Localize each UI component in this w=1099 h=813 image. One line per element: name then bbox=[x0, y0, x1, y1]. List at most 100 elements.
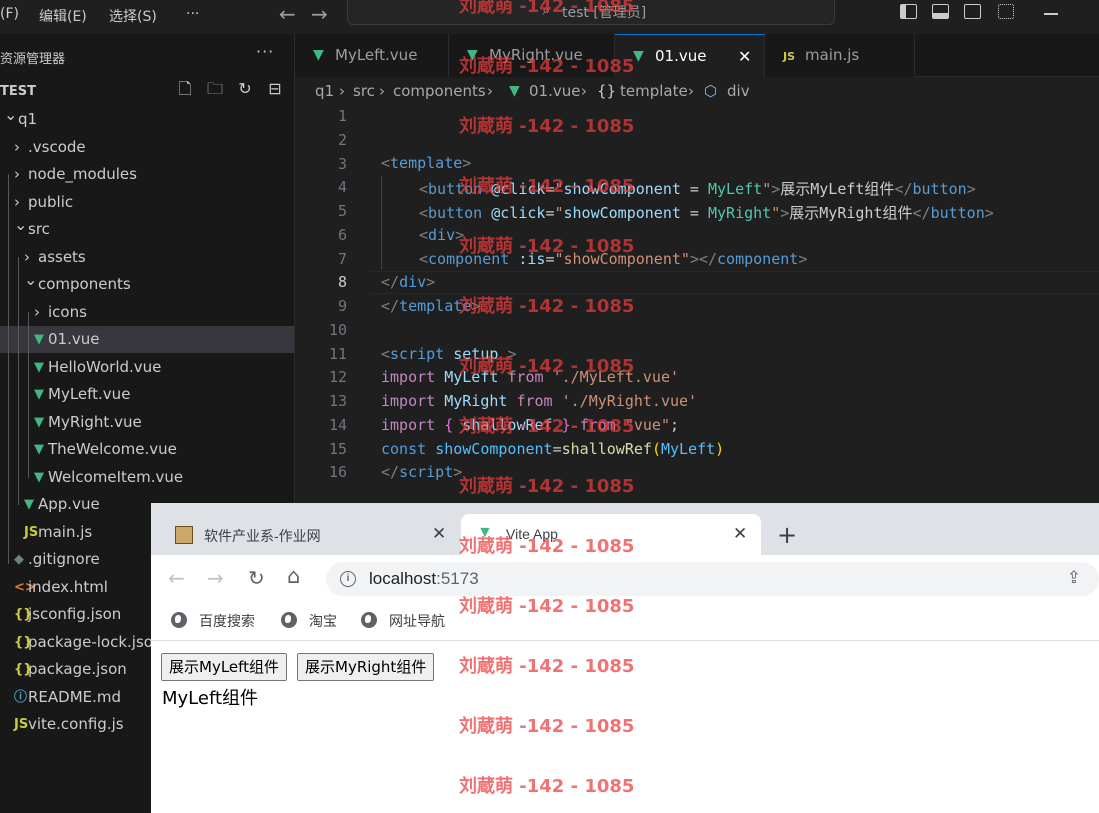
tree-item-label: vite.config.js bbox=[28, 715, 124, 733]
tree-item-label: main.js bbox=[38, 522, 93, 541]
tree-item-myright-vue[interactable]: ▼ MyRight.vue bbox=[0, 409, 294, 436]
close-tab-icon[interactable]: ✕ bbox=[432, 524, 446, 544]
breadcrumb-template[interactable]: template bbox=[620, 82, 688, 100]
back-arrow-icon[interactable]: ← bbox=[279, 2, 296, 26]
show-myleft-button[interactable]: 展示MyLeft组件 bbox=[161, 653, 288, 681]
tree-item-label: MyRight.vue bbox=[48, 412, 142, 431]
tree-item-helloworld-vue[interactable]: ▼ HelloWorld.vue bbox=[0, 354, 294, 381]
tree-item-assets[interactable]: › assets bbox=[0, 244, 294, 271]
collapse-all-icon[interactable]: ⊟ bbox=[266, 80, 284, 98]
vue-file-icon: ▼ bbox=[34, 469, 44, 485]
tree-item-thewelcome-vue[interactable]: ▼ TheWelcome.vue bbox=[0, 436, 294, 463]
new-tab-button[interactable]: + bbox=[777, 521, 797, 549]
watermark-text: 刘蔵萌 -142 - 1085 bbox=[459, 716, 635, 737]
show-myright-button[interactable]: 展示MyRight组件 bbox=[297, 653, 435, 681]
close-tab-icon[interactable]: ✕ bbox=[733, 524, 747, 544]
tab-myleft-vue[interactable]: ▼ MyLeft.vue bbox=[295, 34, 449, 77]
chevron-down-icon: ⌄ bbox=[24, 271, 38, 289]
line-number: 7 bbox=[337, 249, 347, 268]
toggle-panel-icon[interactable] bbox=[932, 4, 949, 19]
tab-main-js[interactable]: JS main.js bbox=[765, 34, 915, 77]
toggle-secondary-sidebar-icon[interactable] bbox=[964, 4, 981, 19]
tree-item-label: WelcomeItem.vue bbox=[48, 467, 184, 486]
tree-item-welcomeitem-vue[interactable]: ▼ WelcomeItem.vue bbox=[0, 464, 294, 491]
forward-arrow-icon[interactable]: → bbox=[311, 2, 328, 26]
tree-item-public[interactable]: › public bbox=[0, 189, 294, 216]
code-editor[interactable]: 1 2 3 4 5 6 7 8 9 10 11 12 13 14 15 16 <template> <butt… bbox=[295, 105, 1099, 503]
vue-file-icon: ▼ bbox=[34, 387, 44, 402]
explorer-more-icon[interactable]: ··· bbox=[256, 42, 274, 61]
breadcrumb-file[interactable]: 01.vue bbox=[529, 82, 580, 100]
customize-layout-icon[interactable] bbox=[998, 4, 1014, 19]
line-number: 4 bbox=[337, 178, 347, 197]
tree-item-myleft-vue[interactable]: ▼ MyLeft.vue bbox=[0, 381, 294, 408]
tab-label: 01.vue bbox=[655, 47, 707, 65]
back-arrow-icon[interactable]: ← bbox=[168, 566, 185, 590]
tree-item-label: node_modules bbox=[28, 165, 137, 183]
watermark-text: 刘蔵萌 -142 - 1085 bbox=[459, 116, 635, 137]
tree-item-label: package-lock.json bbox=[28, 632, 163, 651]
menu-edit[interactable]: 编辑(E) bbox=[39, 6, 87, 26]
new-folder-icon[interactable]: 🗀 bbox=[206, 80, 224, 98]
breadcrumb-components[interactable]: components bbox=[393, 82, 486, 100]
tree-item-label: HelloWorld.vue bbox=[48, 357, 162, 376]
browser-tab-homework[interactable]: 软件产业系-作业网 ✕ bbox=[159, 514, 461, 555]
breadcrumb-src[interactable]: src bbox=[353, 82, 375, 100]
cube-icon: ⬡ bbox=[704, 82, 718, 100]
line-number: 6 bbox=[337, 225, 347, 244]
vue-file-icon: ▼ bbox=[34, 359, 44, 375]
tree-item-vscode[interactable]: › .vscode bbox=[0, 134, 294, 161]
menu-more[interactable]: ··· bbox=[186, 6, 199, 22]
address-bar-url: localhost:5173 bbox=[369, 569, 479, 588]
toggle-primary-sidebar-icon[interactable] bbox=[900, 4, 917, 19]
tree-item-01-vue[interactable]: ▼ 01.vue bbox=[0, 326, 294, 353]
tree-item-icons[interactable]: › icons bbox=[0, 299, 294, 326]
refresh-icon[interactable]: ↻ bbox=[236, 80, 254, 98]
share-icon[interactable]: ⇪ bbox=[1067, 568, 1081, 588]
js-file-icon: JS bbox=[14, 717, 29, 732]
minimize-icon[interactable] bbox=[1044, 13, 1058, 15]
line-number: 12 bbox=[328, 368, 347, 387]
watermark-text: 刘蔵萌 -142 - 1085 bbox=[459, 776, 635, 797]
tree-item-node-modules[interactable]: › node_modules bbox=[0, 161, 294, 188]
code-line-15: const showComponent=shallowRef(MyLeft) bbox=[381, 440, 725, 458]
code-line-16: </script> bbox=[381, 463, 463, 481]
breadcrumb-q1[interactable]: q1 bbox=[315, 82, 334, 100]
bookmark-label: 网址导航 bbox=[389, 613, 445, 629]
chevron-right-icon: › bbox=[14, 137, 20, 156]
chevron-down-icon: ⌄ bbox=[4, 106, 18, 124]
editor-tab-bar: ▼ MyLeft.vue ▼ MyRight.vue ▼ 01.vue ✕ JS… bbox=[295, 34, 1099, 77]
tree-item-src[interactable]: ⌄ src bbox=[0, 216, 294, 243]
tree-indent-guide bbox=[8, 174, 9, 564]
chevron-right-icon: › bbox=[14, 192, 20, 211]
line-number: 10 bbox=[328, 320, 347, 339]
tree-item-components[interactable]: ⌄ components bbox=[0, 271, 294, 298]
tab-01-vue[interactable]: ▼ 01.vue ✕ bbox=[615, 34, 765, 77]
tree-item-q1[interactable]: ⌄ q1 bbox=[0, 106, 294, 133]
line-number: 3 bbox=[337, 154, 347, 173]
home-icon[interactable]: ⌂ bbox=[287, 564, 300, 588]
address-bar[interactable]: i localhost:5173 ⇪ bbox=[326, 562, 1099, 596]
line-number: 14 bbox=[328, 415, 347, 434]
tree-item-label: public bbox=[28, 192, 74, 211]
browser-tab-title: 软件产业系-作业网 bbox=[204, 528, 321, 544]
tree-item-label: q1 bbox=[18, 110, 38, 128]
site-info-icon[interactable]: i bbox=[340, 571, 356, 587]
menu-file[interactable]: (F) bbox=[0, 6, 19, 22]
forward-arrow-icon[interactable]: → bbox=[207, 566, 224, 590]
watermark-text: 刘蔵萌 -142 - 1085 bbox=[459, 356, 635, 377]
breadcrumb-div[interactable]: div bbox=[727, 82, 750, 100]
reload-icon[interactable]: ↻ bbox=[248, 566, 265, 590]
menu-selection[interactable]: 选择(S) bbox=[109, 6, 157, 26]
line-number: 1 bbox=[337, 107, 347, 125]
workspace-section-header[interactable]: TEST bbox=[0, 84, 36, 99]
vue-file-icon: ▼ bbox=[509, 83, 520, 99]
vue-file-icon: ▼ bbox=[34, 332, 44, 347]
new-file-icon[interactable]: 🗋 bbox=[176, 80, 194, 98]
tree-item-label: assets bbox=[38, 247, 86, 266]
bookmark-label: 淘宝 bbox=[309, 613, 337, 629]
chevron-right-icon: › bbox=[34, 302, 40, 321]
watermark-text: 刘蔵萌 -142 - 1085 bbox=[459, 536, 635, 557]
close-tab-icon[interactable]: ✕ bbox=[738, 35, 751, 78]
line-number: 8 bbox=[337, 273, 347, 292]
